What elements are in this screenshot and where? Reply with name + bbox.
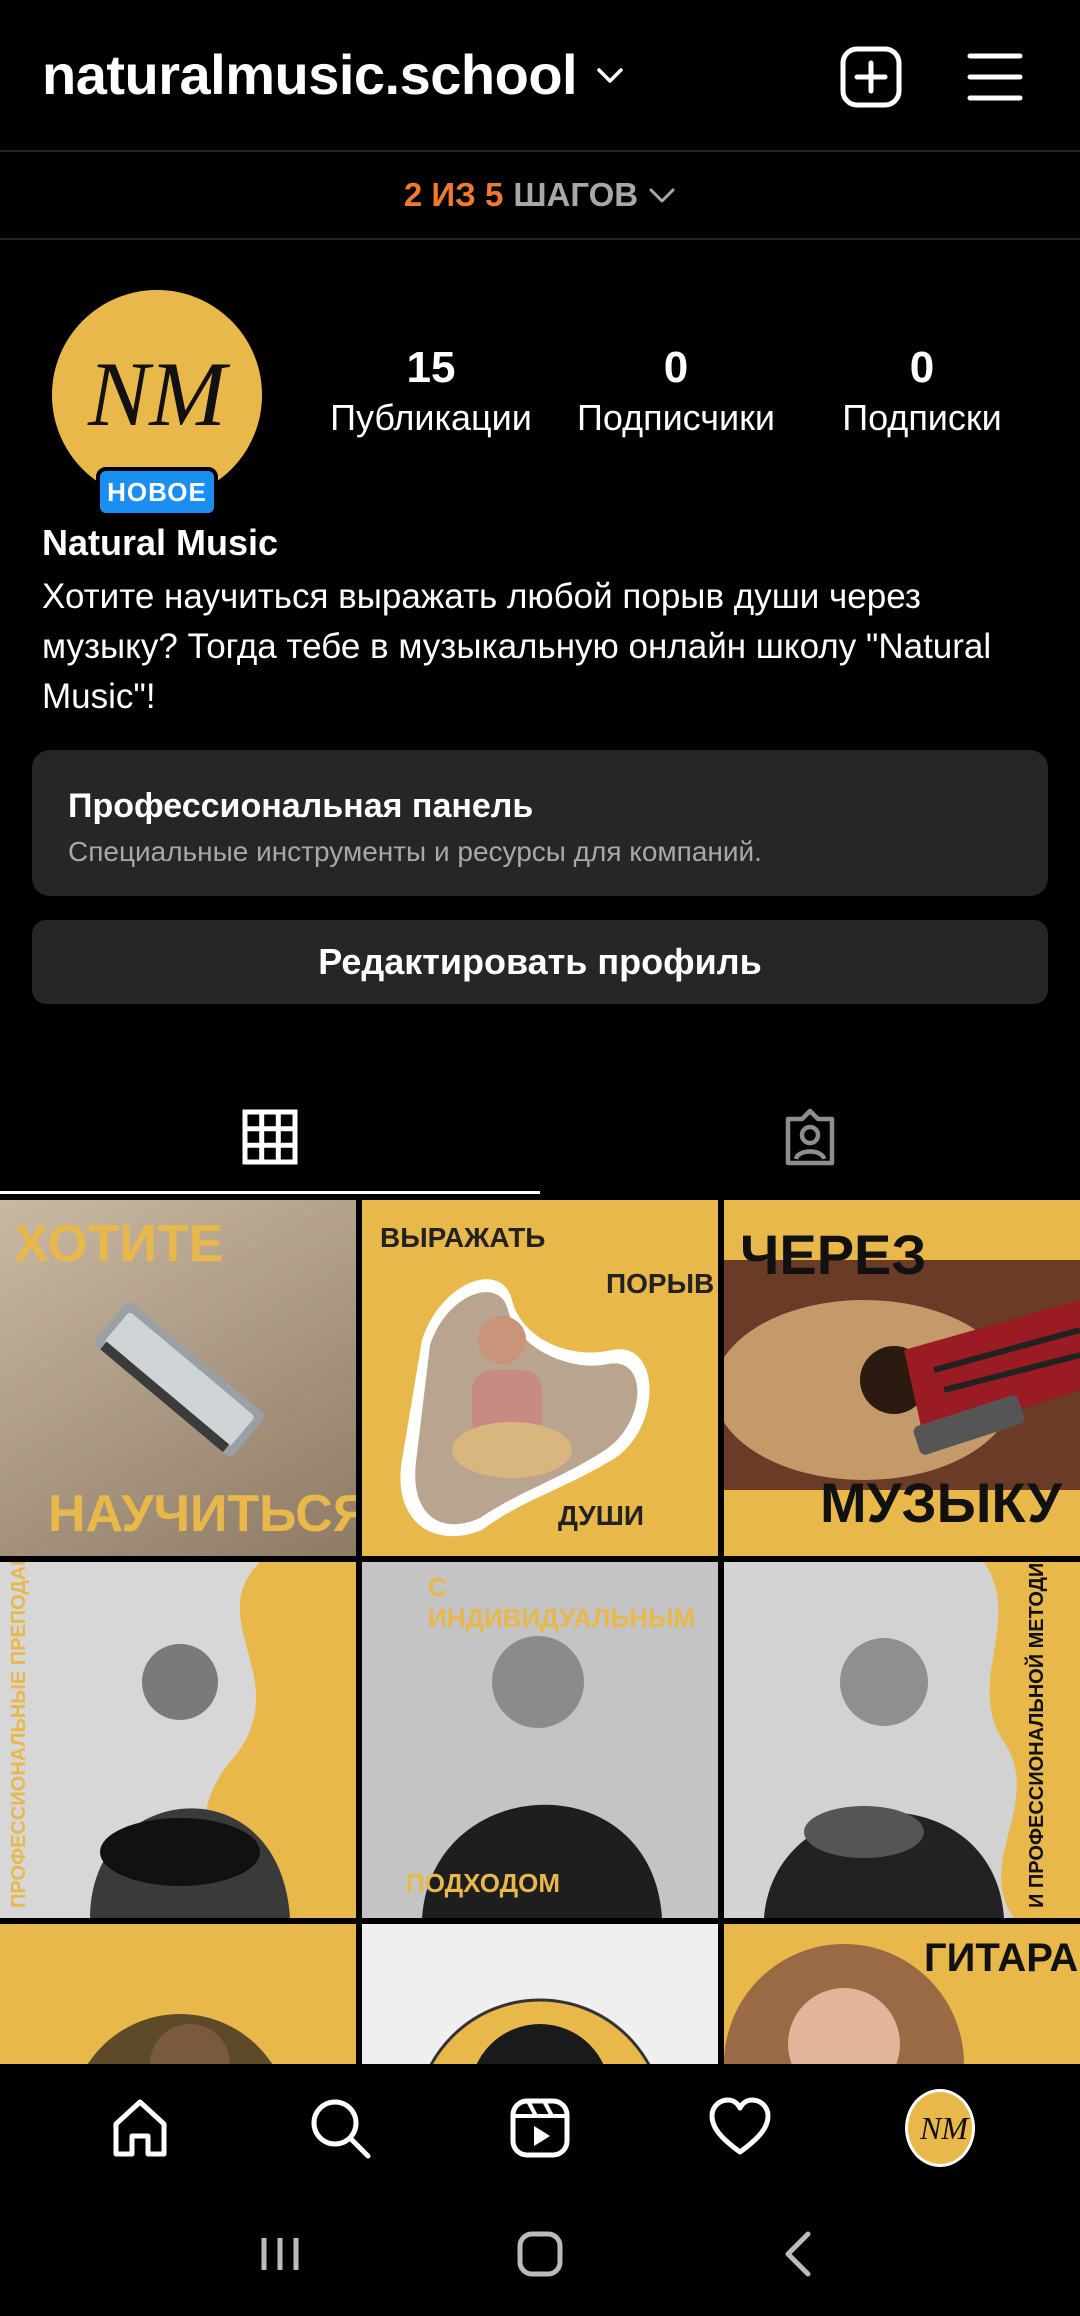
- tagged-icon: [785, 1108, 835, 1166]
- post-caption: ГИТАРА: [924, 1936, 1079, 1980]
- post-thumbnail[interactable]: ПРОФЕССИОНАЛЬНЫЕ ПРЕПОДАВАТЕЛИ: [0, 1562, 356, 1918]
- setup-steps-bar[interactable]: 2 ИЗ 5 ШАГОВ: [0, 150, 1080, 240]
- post-caption: ПОДХОДОМ: [406, 1868, 561, 1898]
- account-switcher[interactable]: naturalmusic.school: [42, 42, 625, 107]
- svg-text:NM: NM: [919, 2110, 970, 2146]
- nav-home[interactable]: [105, 2093, 175, 2163]
- bottom-navigation: NM: [0, 2064, 1080, 2192]
- post-caption: ЧЕРЕЗ: [740, 1223, 927, 1286]
- student-photo: [362, 1924, 718, 2064]
- stat-value: 0: [663, 343, 689, 392]
- stat-following[interactable]: 0 Подписки: [807, 342, 1037, 442]
- post-thumbnail[interactable]: ЧЕРЕЗ МУЗЫКУ: [724, 1200, 1080, 1556]
- new-post-icon[interactable]: [838, 44, 904, 110]
- post-caption: ПРОФЕССИОНАЛЬНЫЕ ПРЕПОДАВАТЕЛИ: [8, 1562, 30, 1908]
- stat-label: Подписки: [842, 397, 1002, 438]
- post-caption: ПОРЫВ: [606, 1268, 715, 1299]
- post-thumbnail[interactable]: [0, 1924, 356, 2064]
- home-icon: [113, 2099, 167, 2157]
- post-caption: МУЗЫКУ: [820, 1471, 1062, 1534]
- posts-grid: ХОТИТЕ НАУЧИТЬСЯ ВЫРАЖАТЬ ПОРЫВ ДУШИ ЧЕР…: [0, 1200, 1080, 2064]
- post-caption: С ИНДИВИДУАЛЬНЫМ: [428, 1572, 696, 1633]
- student-photo: [0, 1924, 356, 2064]
- grid-icon: [242, 1109, 298, 1165]
- nav-profile[interactable]: NM: [905, 2089, 975, 2167]
- stat-label: Публикации: [330, 397, 532, 438]
- stat-posts[interactable]: 15 Публикации: [316, 342, 546, 442]
- profile-avatar: NM: [905, 2089, 975, 2167]
- nav-search[interactable]: [305, 2093, 375, 2163]
- top-bar: naturalmusic.school: [0, 0, 1080, 150]
- stat-value: 15: [406, 343, 456, 392]
- teacher-photo: [0, 1562, 356, 1918]
- nav-reels[interactable]: [505, 2093, 575, 2163]
- system-navigation: [0, 2192, 1080, 2316]
- professional-dashboard[interactable]: Профессиональная панель Специальные инст…: [32, 750, 1048, 896]
- nav-activity[interactable]: [705, 2093, 775, 2163]
- menu-icon[interactable]: [962, 44, 1028, 110]
- tab-posts-grid[interactable]: [0, 1080, 540, 1194]
- home-button-icon[interactable]: [510, 2224, 570, 2284]
- search-icon: [311, 2099, 371, 2159]
- post-caption: НАУЧИТЬСЯ: [48, 1485, 356, 1543]
- back-icon[interactable]: [770, 2224, 830, 2284]
- pro-panel-title: Профессиональная панель: [68, 787, 534, 825]
- chevron-down-icon: [649, 188, 675, 203]
- stat-value: 0: [909, 343, 935, 392]
- bio-text: Хотите научиться выражать любой порыв ду…: [42, 577, 992, 716]
- display-name: Natural Music: [42, 522, 279, 563]
- username: naturalmusic.school: [42, 43, 578, 106]
- edit-profile-button[interactable]: Редактировать профиль: [32, 920, 1048, 1004]
- steps-progress: 2 ИЗ 5: [403, 176, 504, 213]
- pro-panel-subtitle: Специальные инструменты и ресурсы для ко…: [68, 836, 762, 867]
- post-caption: И ПРОФЕССИОНАЛЬНОЙ МЕТОДИКОЙ: [1026, 1562, 1048, 1908]
- post-thumbnail[interactable]: [362, 1924, 718, 2064]
- post-thumbnail[interactable]: С ИНДИВИДУАЛЬНЫМ ПОДХОДОМ: [362, 1562, 718, 1918]
- heart-icon: [709, 2097, 771, 2155]
- recents-icon[interactable]: [250, 2224, 310, 2284]
- stat-label: Подписчики: [576, 397, 776, 438]
- steps-label: ШАГОВ: [513, 176, 639, 213]
- post-thumbnail[interactable]: ХОТИТЕ НАУЧИТЬСЯ: [0, 1200, 356, 1556]
- post-thumbnail[interactable]: ГИТАРА: [724, 1924, 1080, 2064]
- post-caption: ХОТИТЕ: [14, 1215, 224, 1273]
- tab-tagged[interactable]: [540, 1080, 1080, 1194]
- post-thumbnail[interactable]: И ПРОФЕССИОНАЛЬНОЙ МЕТОДИКОЙ: [724, 1562, 1080, 1918]
- chevron-down-icon: [597, 67, 623, 83]
- post-caption: ВЫРАЖАТЬ: [380, 1222, 546, 1253]
- post-caption: ДУШИ: [558, 1500, 644, 1531]
- profile-tabs: [0, 1080, 1080, 1194]
- svg-text:NM: NM: [87, 343, 230, 445]
- stat-followers[interactable]: 0 Подписчики: [561, 342, 791, 442]
- new-badge: НОВОЕ: [96, 467, 218, 517]
- reels-icon: [510, 2098, 570, 2158]
- post-thumbnail[interactable]: ВЫРАЖАТЬ ПОРЫВ ДУШИ: [362, 1200, 718, 1556]
- nm-logo: NM: [908, 2092, 972, 2164]
